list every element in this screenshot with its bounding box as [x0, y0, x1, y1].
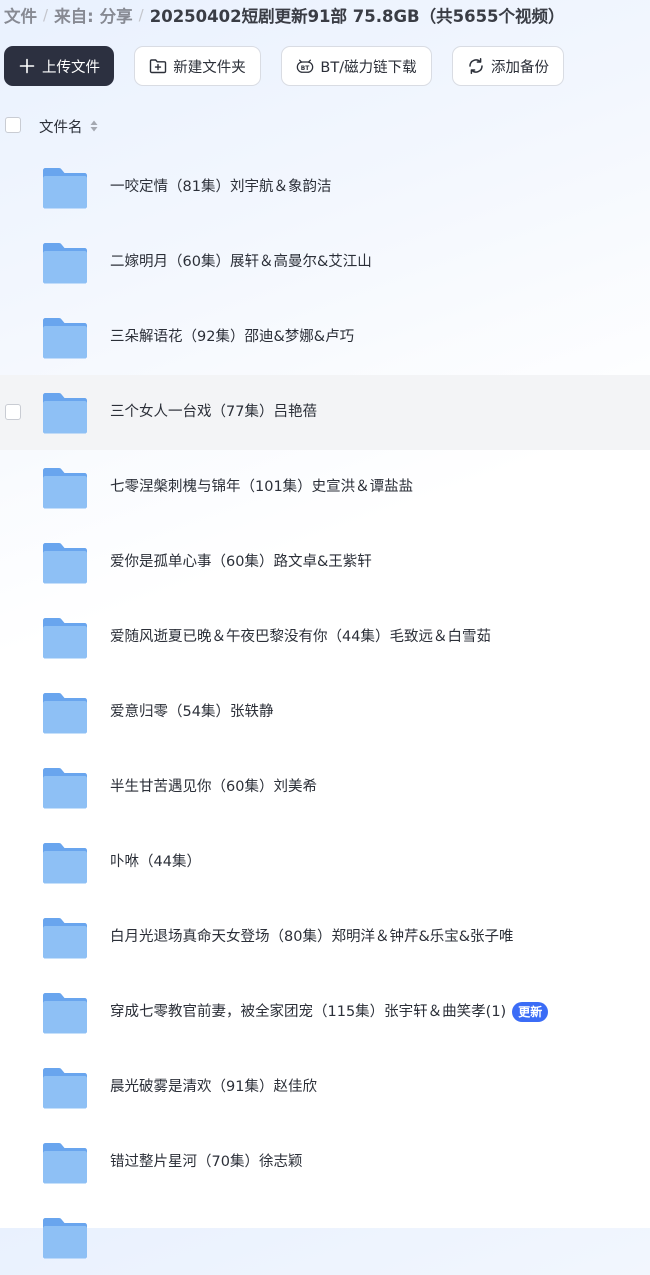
new-folder-button[interactable]: 新建文件夹: [134, 46, 261, 86]
sort-icon[interactable]: [89, 118, 99, 134]
file-name[interactable]: 错过整片星河（70集）徐志颖: [110, 1152, 302, 1172]
file-row[interactable]: 穿成七零教官前妻，被全家团宠（115集）张宇轩＆曲笑孝(1) 更新: [0, 975, 650, 1050]
folder-icon: [41, 991, 89, 1035]
file-list: 一咬定情（81集）刘宇航＆象韵洁 二嫁明月（60集）展轩＆高曼尔&艾江山 三朵解…: [0, 150, 650, 1275]
folder-plus-icon: [149, 57, 167, 75]
file-name[interactable]: 一咬定情（81集）刘宇航＆象韵洁: [110, 177, 331, 197]
file-list-header: 文件名: [0, 114, 650, 140]
folder-icon: [41, 1216, 89, 1260]
folder-icon: [41, 391, 89, 435]
file-row[interactable]: 爱意归零（54集）张轶静: [0, 675, 650, 750]
file-name[interactable]: 晨光破雾是清欢（91集）赵佳欣: [110, 1077, 317, 1097]
file-row[interactable]: 七零涅槃刺槐与锦年（101集）史宣洪＆谭盐盐: [0, 450, 650, 525]
plus-icon: [18, 57, 36, 75]
upload-file-button[interactable]: 上传文件: [4, 46, 114, 86]
file-row[interactable]: 错过整片星河（70集）徐志颖: [0, 1125, 650, 1200]
file-name[interactable]: 半生甘苦遇见你（60集）刘美希: [110, 777, 317, 797]
file-row[interactable]: 晨光破雾是清欢（91集）赵佳欣: [0, 1050, 650, 1125]
file-row[interactable]: 卟咻（44集）: [0, 825, 650, 900]
row-checkbox[interactable]: [5, 404, 21, 420]
folder-icon: [41, 541, 89, 585]
file-name[interactable]: 三个女人一台戏（77集）吕艳蓓: [110, 402, 317, 422]
file-name[interactable]: 爱你是孤单心事（60集）路文卓&王紫轩: [110, 552, 372, 572]
file-row[interactable]: 白月光退场真命天女登场（80集）郑明洋＆钟芹&乐宝&张子唯: [0, 900, 650, 975]
folder-icon: [41, 466, 89, 510]
file-row[interactable]: 一咬定情（81集）刘宇航＆象韵洁: [0, 150, 650, 225]
sync-icon: [467, 57, 485, 75]
file-name[interactable]: 爱意归零（54集）张轶静: [110, 702, 273, 722]
add-backup-button[interactable]: 添加备份: [452, 46, 564, 86]
folder-icon: [41, 616, 89, 660]
folder-icon: [41, 841, 89, 885]
file-name[interactable]: 白月光退场真命天女登场（80集）郑明洋＆钟芹&乐宝&张子唯: [110, 927, 514, 947]
folder-icon: [41, 691, 89, 735]
bt-magnet-download-button[interactable]: BT BT/磁力链下载: [281, 46, 432, 86]
breadcrumb-from: 来自:: [54, 7, 94, 26]
file-name[interactable]: 三朵解语花（92集）邵迪&梦娜&卢巧: [110, 327, 354, 347]
svg-text:BT: BT: [301, 66, 309, 72]
folder-icon: [41, 1066, 89, 1110]
folder-icon: [41, 766, 89, 810]
breadcrumb-share[interactable]: 分享: [100, 3, 133, 27]
folder-icon: [41, 166, 89, 210]
bt-icon: BT: [296, 57, 314, 75]
upload-file-label: 上传文件: [42, 59, 100, 76]
breadcrumb-separator: /: [138, 6, 144, 24]
file-name[interactable]: 七零涅槃刺槐与锦年（101集）史宣洪＆谭盐盐: [110, 477, 413, 497]
file-name[interactable]: 爱随风逝夏已晚＆午夜巴黎没有你（44集）毛致远＆白雪茹: [110, 627, 491, 647]
folder-icon: [41, 241, 89, 285]
file-name[interactable]: 卟咻（44集）: [110, 852, 201, 872]
breadcrumb-current: 20250402短剧更新91部 75.8GB（共5655个视频）: [149, 7, 565, 26]
update-badge: 更新: [512, 1002, 549, 1022]
file-row[interactable]: 三朵解语花（92集）邵迪&梦娜&卢巧: [0, 300, 650, 375]
file-row[interactable]: 爱你是孤单心事（60集）路文卓&王紫轩: [0, 525, 650, 600]
folder-icon: [41, 916, 89, 960]
file-row[interactable]: [0, 1200, 650, 1275]
breadcrumb: 文件 / 来自: 分享 / 20250402短剧更新91部 75.8GB（共56…: [4, 3, 565, 27]
select-all-checkbox[interactable]: [5, 117, 21, 133]
file-row[interactable]: 爱随风逝夏已晚＆午夜巴黎没有你（44集）毛致远＆白雪茹: [0, 600, 650, 675]
column-header-filename[interactable]: 文件名: [39, 116, 83, 137]
bt-magnet-download-label: BT/磁力链下载: [320, 59, 417, 76]
folder-icon: [41, 316, 89, 360]
file-name[interactable]: 穿成七零教官前妻，被全家团宠（115集）张宇轩＆曲笑孝(1) 更新: [110, 1002, 549, 1022]
breadcrumb-root[interactable]: 文件: [4, 3, 37, 27]
add-backup-label: 添加备份: [491, 59, 549, 76]
file-row-hovered[interactable]: 三个女人一台戏（77集）吕艳蓓: [0, 375, 650, 450]
file-row[interactable]: 二嫁明月（60集）展轩＆高曼尔&艾江山: [0, 225, 650, 300]
new-folder-label: 新建文件夹: [173, 59, 246, 76]
file-row[interactable]: 半生甘苦遇见你（60集）刘美希: [0, 750, 650, 825]
file-name[interactable]: 二嫁明月（60集）展轩＆高曼尔&艾江山: [110, 252, 372, 272]
breadcrumb-separator: /: [43, 6, 49, 24]
folder-icon: [41, 1141, 89, 1185]
